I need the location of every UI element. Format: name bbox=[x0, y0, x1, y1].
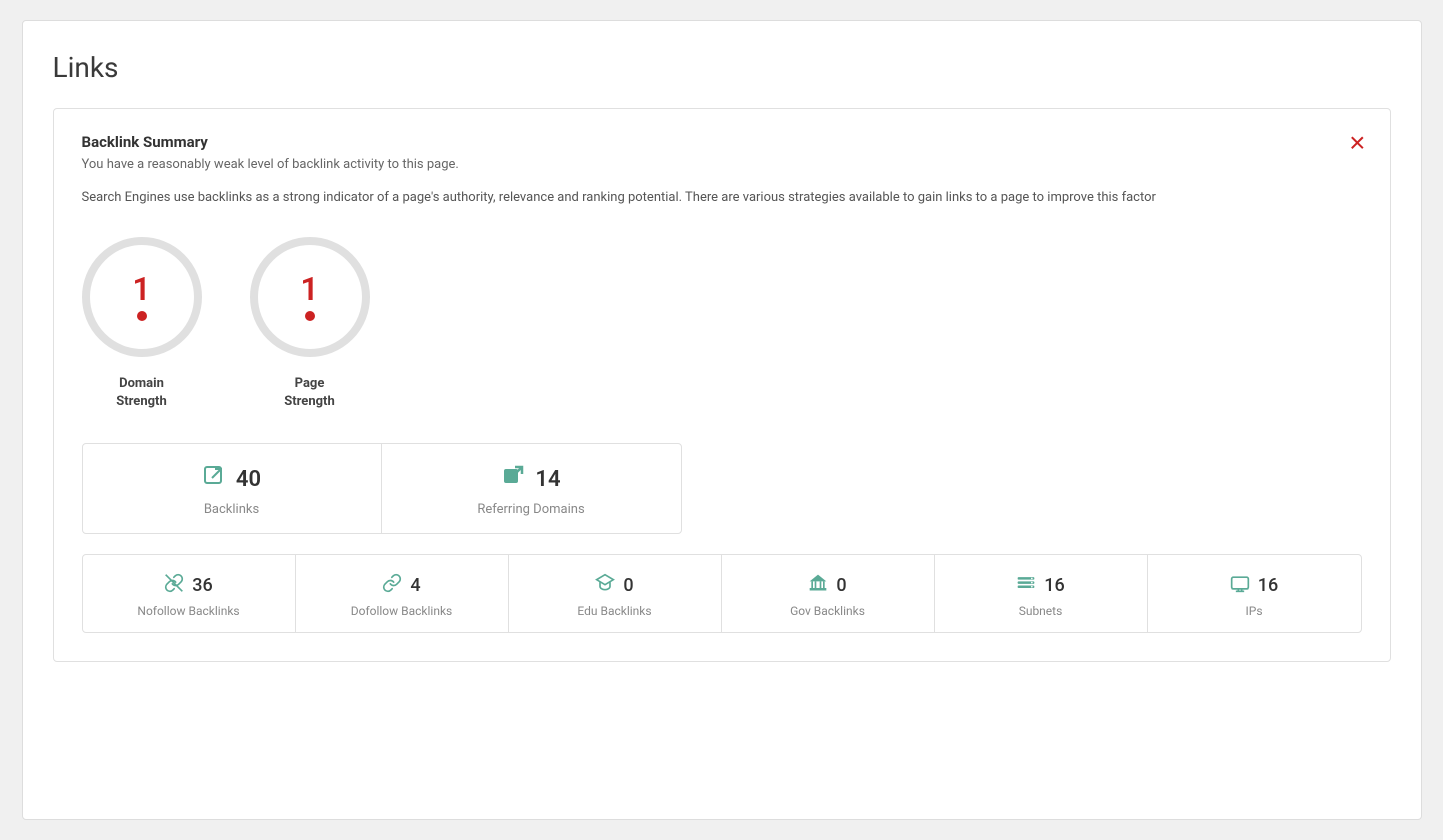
subnets-icon bbox=[1016, 573, 1036, 598]
gov-cell: 0 Gov Backlinks bbox=[722, 555, 935, 632]
ips-value: 16 bbox=[1258, 575, 1278, 596]
domains-icon bbox=[501, 464, 525, 494]
page-title: Links bbox=[53, 51, 1391, 84]
backlinks-icon bbox=[202, 464, 226, 494]
page-strength-dot bbox=[305, 311, 315, 321]
nofollow-label: Nofollow Backlinks bbox=[137, 604, 239, 618]
nofollow-icon bbox=[164, 573, 184, 598]
dofollow-label: Dofollow Backlinks bbox=[351, 604, 453, 618]
domain-strength-label: Domain Strength bbox=[116, 375, 166, 411]
card-description-text: Search Engines use backlinks as a strong… bbox=[82, 190, 1156, 205]
stats-top-grid: 40 Backlinks 14 Referring Domains bbox=[82, 443, 682, 534]
page-strength-label: Page Strength bbox=[284, 375, 334, 411]
edu-value: 0 bbox=[623, 575, 633, 596]
subnets-label: Subnets bbox=[1019, 604, 1063, 618]
ips-cell: 16 IPs bbox=[1148, 555, 1361, 632]
gov-value: 0 bbox=[836, 575, 846, 596]
dofollow-value: 4 bbox=[410, 575, 420, 596]
nofollow-value: 36 bbox=[192, 575, 212, 596]
domain-strength-gauge: 1 bbox=[82, 237, 202, 357]
backlinks-label: Backlinks bbox=[204, 502, 259, 517]
stats-bottom-bar: 36 Nofollow Backlinks 4 Dofollow Backlin… bbox=[82, 554, 1362, 633]
card-description: Search Engines use backlinks as a strong… bbox=[82, 188, 1362, 209]
domain-strength-dot bbox=[137, 311, 147, 321]
main-container: Links × Backlink Summary You have a reas… bbox=[22, 20, 1422, 820]
domain-strength-value: 1 bbox=[132, 273, 150, 305]
dofollow-icon bbox=[382, 573, 402, 598]
backlink-summary-card: × Backlink Summary You have a reasonably… bbox=[53, 108, 1391, 662]
circles-row: 1 Domain Strength 1 Page Strength bbox=[82, 237, 1362, 411]
edu-icon bbox=[595, 573, 615, 598]
card-title: Backlink Summary bbox=[82, 133, 1362, 151]
ips-label: IPs bbox=[1245, 604, 1262, 618]
close-button[interactable]: × bbox=[1349, 129, 1365, 157]
backlinks-value-row: 40 bbox=[202, 464, 261, 494]
edu-cell: 0 Edu Backlinks bbox=[509, 555, 722, 632]
gov-label: Gov Backlinks bbox=[790, 604, 865, 618]
nofollow-cell: 36 Nofollow Backlinks bbox=[83, 555, 296, 632]
domains-value-row: 14 bbox=[501, 464, 560, 494]
domains-label: Referring Domains bbox=[477, 502, 584, 517]
ips-icon bbox=[1230, 573, 1250, 598]
dofollow-cell: 4 Dofollow Backlinks bbox=[296, 555, 509, 632]
referring-domains-cell: 14 Referring Domains bbox=[382, 444, 681, 533]
subnets-value: 16 bbox=[1044, 575, 1064, 596]
subnets-cell: 16 Subnets bbox=[935, 555, 1148, 632]
page-strength-gauge: 1 bbox=[250, 237, 370, 357]
backlinks-value: 40 bbox=[236, 467, 261, 492]
card-subtitle: You have a reasonably weak level of back… bbox=[82, 157, 1362, 172]
domain-strength-item: 1 Domain Strength bbox=[82, 237, 202, 411]
page-strength-value: 1 bbox=[300, 273, 318, 305]
domains-value: 14 bbox=[535, 467, 560, 492]
page-strength-item: 1 Page Strength bbox=[250, 237, 370, 411]
gov-icon bbox=[808, 573, 828, 598]
backlinks-cell: 40 Backlinks bbox=[83, 444, 382, 533]
edu-label: Edu Backlinks bbox=[577, 604, 651, 618]
